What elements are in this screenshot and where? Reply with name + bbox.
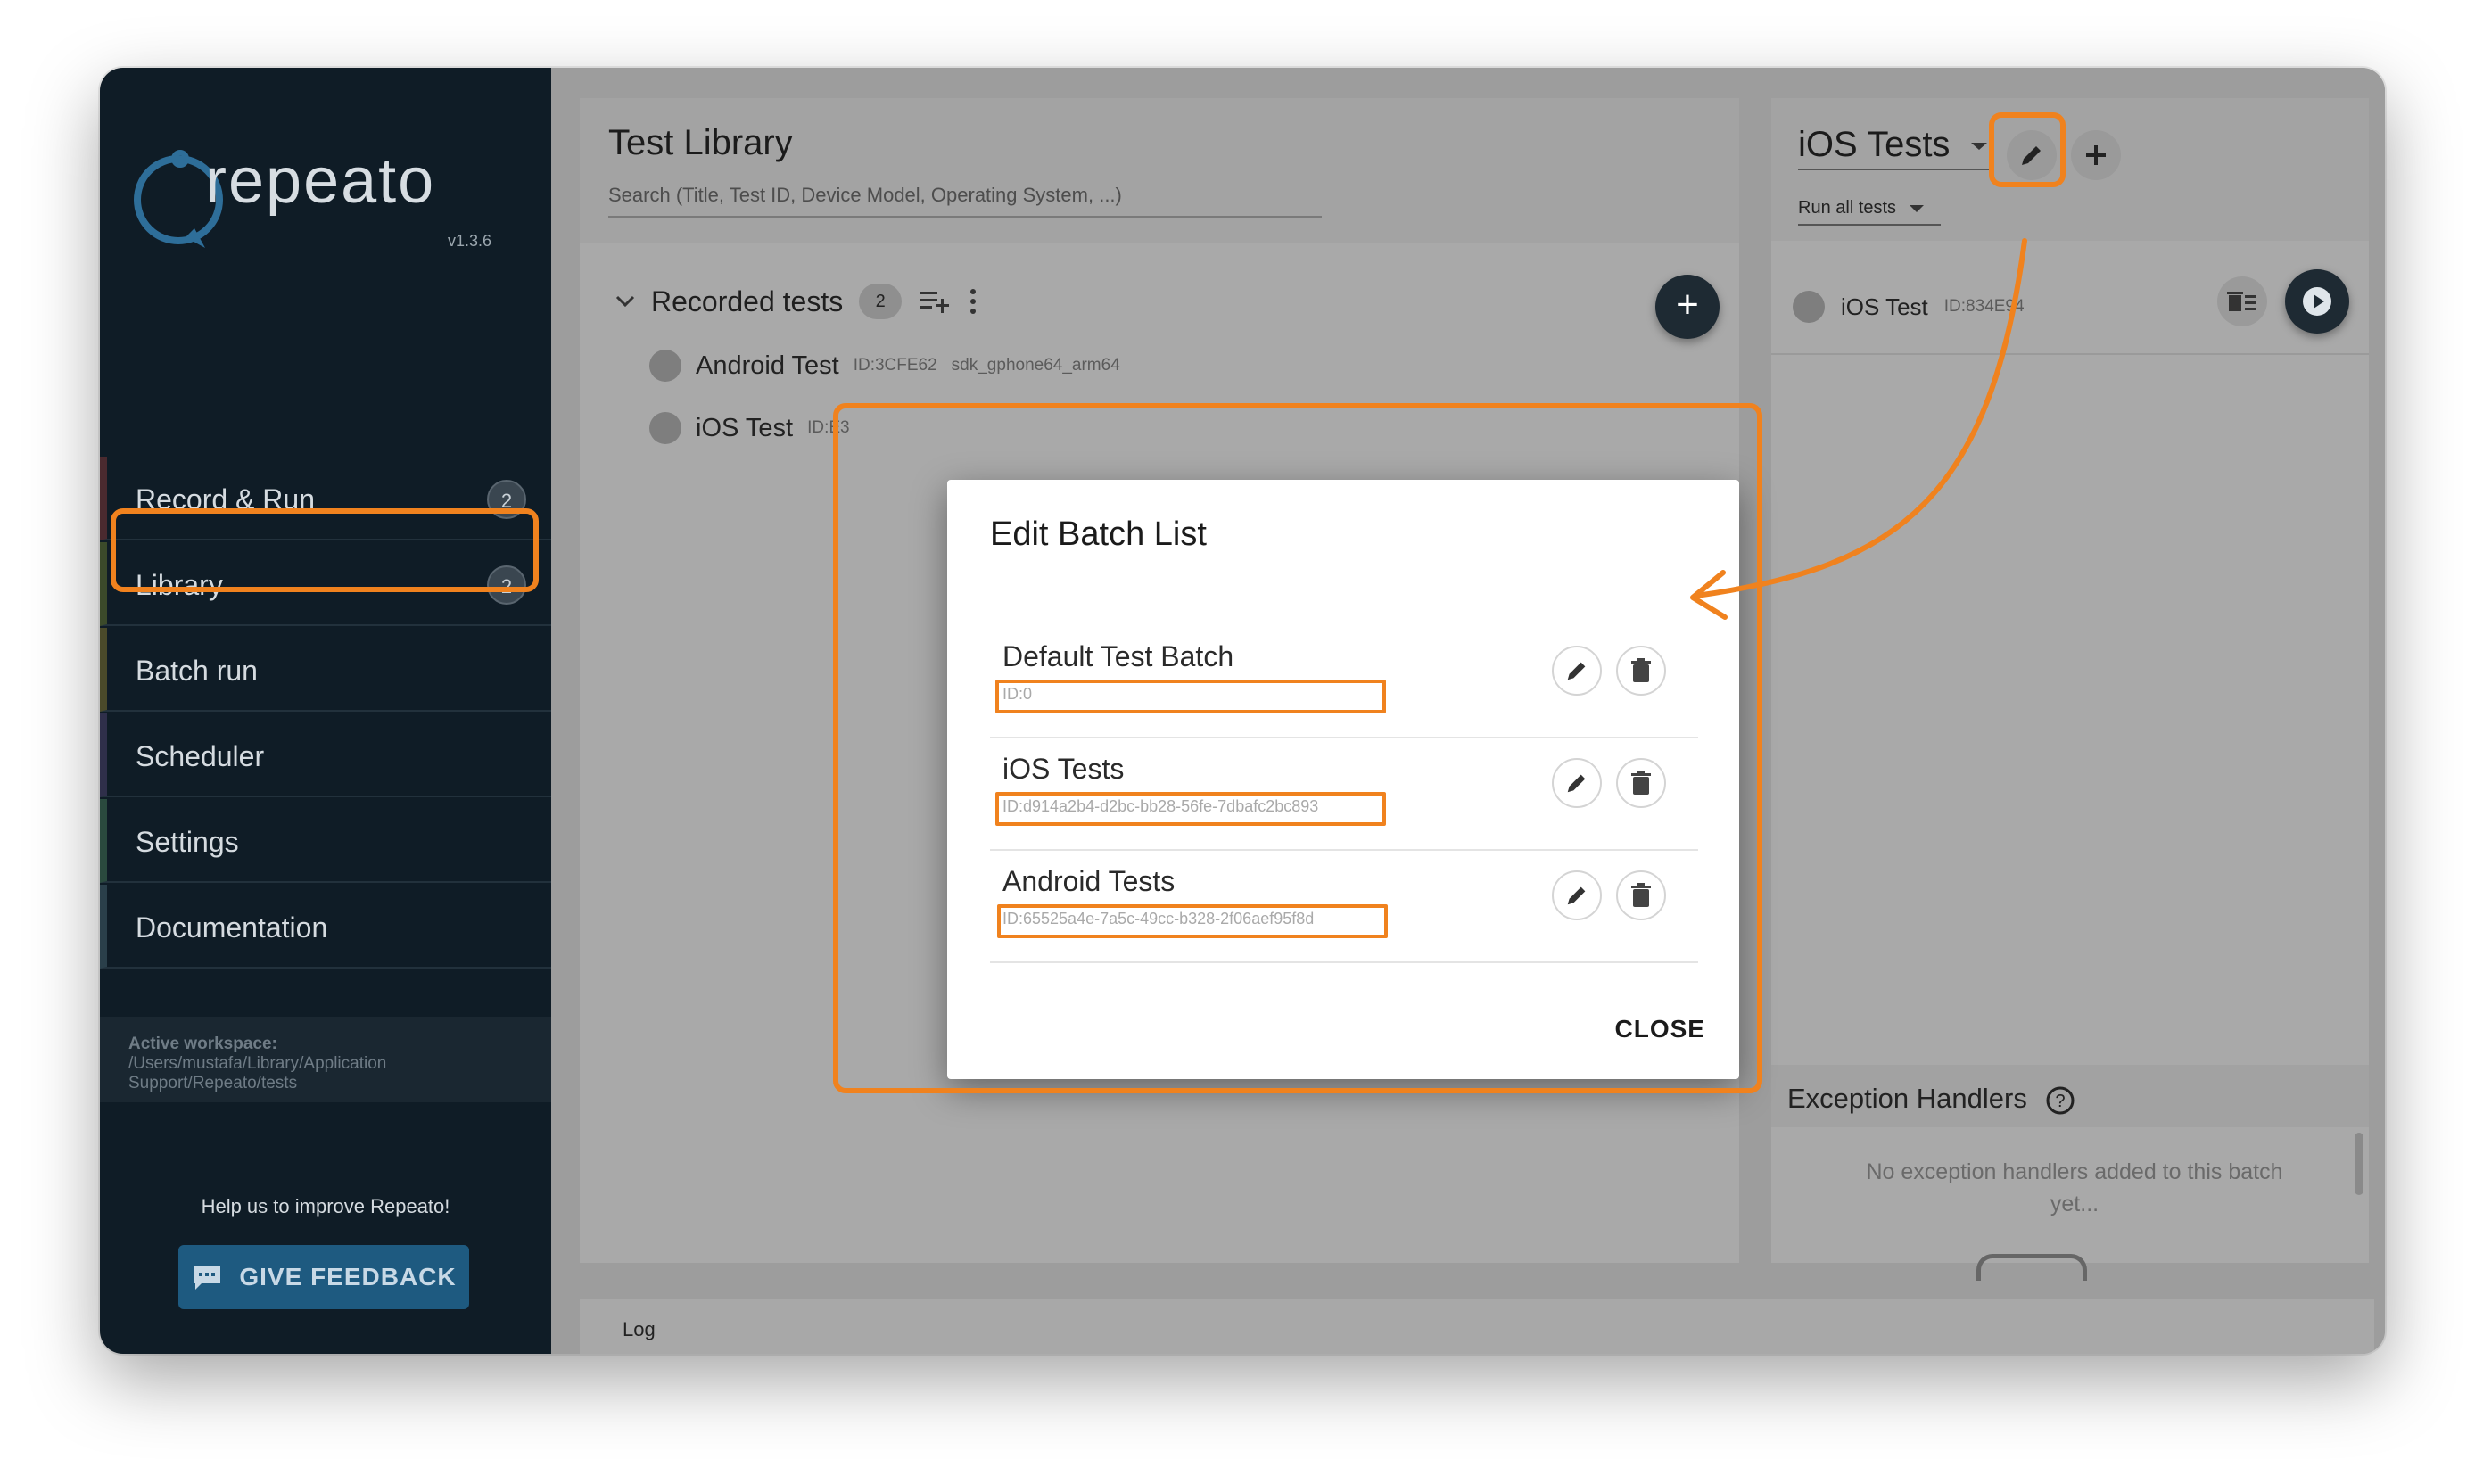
- app-window: repeato v1.3.6 Record & Run 2 Library 2 …: [100, 68, 2385, 1354]
- annotation-arrow-icon: [1690, 238, 2027, 620]
